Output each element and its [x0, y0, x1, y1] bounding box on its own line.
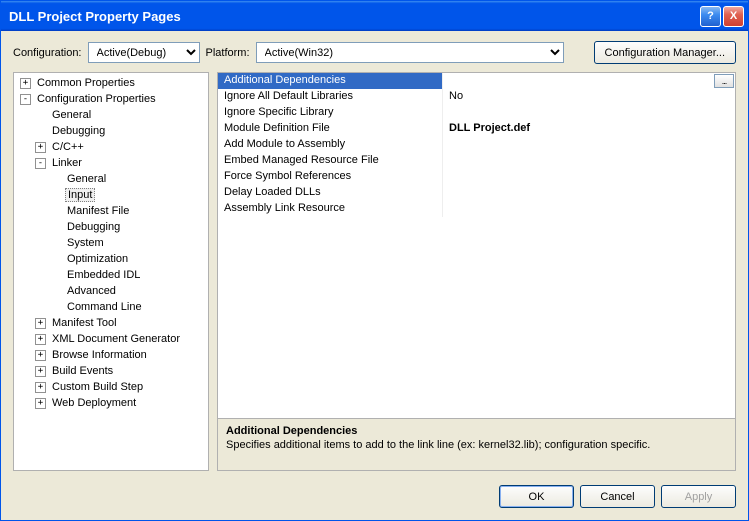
expand-icon[interactable]: +: [35, 334, 46, 345]
prop-name: Ignore Specific Library: [218, 105, 443, 121]
expand-icon[interactable]: +: [20, 78, 31, 89]
tree-item-configuration-properties[interactable]: -Configuration Properties: [16, 91, 206, 107]
prop-module-definition-file[interactable]: Module Definition File DLL Project.def: [218, 121, 735, 137]
expand-icon[interactable]: +: [35, 142, 46, 153]
prop-name: Additional Dependencies: [218, 73, 443, 89]
prop-name: Delay Loaded DLLs: [218, 185, 443, 201]
expand-icon[interactable]: +: [35, 398, 46, 409]
ellipsis-button[interactable]: ...: [714, 74, 734, 88]
expand-icon[interactable]: +: [35, 318, 46, 329]
tree-item-linker-manifest[interactable]: Manifest File: [16, 203, 206, 219]
platform-label: Platform:: [206, 47, 250, 59]
prop-name: Embed Managed Resource File: [218, 153, 443, 169]
prop-add-module-to-assembly[interactable]: Add Module to Assembly: [218, 137, 735, 153]
description-panel: Additional Dependencies Specifies additi…: [217, 419, 736, 471]
tree-item-xml-doc-generator[interactable]: +XML Document Generator: [16, 331, 206, 347]
prop-value[interactable]: DLL Project.def: [443, 121, 735, 137]
prop-value[interactable]: [443, 201, 735, 217]
prop-value[interactable]: [443, 169, 735, 185]
tree-item-linker-general[interactable]: General: [16, 171, 206, 187]
expand-icon[interactable]: +: [35, 382, 46, 393]
prop-value[interactable]: No: [443, 89, 735, 105]
tree-item-build-events[interactable]: +Build Events: [16, 363, 206, 379]
tree-item-linker-embedded-idl[interactable]: Embedded IDL: [16, 267, 206, 283]
right-panel: Additional Dependencies ... Ignore All D…: [217, 72, 736, 471]
configuration-manager-button[interactable]: Configuration Manager...: [594, 41, 736, 64]
close-button[interactable]: X: [723, 6, 744, 27]
property-grid: Additional Dependencies ... Ignore All D…: [217, 72, 736, 419]
prop-assembly-link-resource[interactable]: Assembly Link Resource: [218, 201, 735, 217]
description-title: Additional Dependencies: [226, 425, 727, 437]
prop-value[interactable]: [443, 153, 735, 169]
prop-delay-loaded-dlls[interactable]: Delay Loaded DLLs: [218, 185, 735, 201]
tree: +Common Properties -Configuration Proper…: [16, 75, 206, 411]
tree-item-cpp[interactable]: +C/C++: [16, 139, 206, 155]
collapse-icon[interactable]: -: [35, 158, 46, 169]
description-text: Specifies additional items to add to the…: [226, 439, 727, 451]
tree-item-linker-system[interactable]: System: [16, 235, 206, 251]
tree-item-debugging[interactable]: Debugging: [16, 123, 206, 139]
prop-value[interactable]: [443, 73, 714, 89]
cancel-button[interactable]: Cancel: [580, 485, 655, 508]
titlebar-buttons: ? X: [700, 6, 744, 27]
prop-name: Assembly Link Resource: [218, 201, 443, 217]
tree-item-linker-advanced[interactable]: Advanced: [16, 283, 206, 299]
help-icon: ?: [707, 10, 714, 22]
platform-select[interactable]: Active(Win32): [256, 42, 564, 63]
prop-name: Force Symbol References: [218, 169, 443, 185]
prop-name: Ignore All Default Libraries: [218, 89, 443, 105]
prop-value[interactable]: [443, 137, 735, 153]
tree-item-linker[interactable]: -Linker: [16, 155, 206, 171]
tree-item-linker-input[interactable]: Input: [16, 187, 206, 203]
property-grid-rows: Additional Dependencies ... Ignore All D…: [218, 73, 735, 418]
tree-panel[interactable]: +Common Properties -Configuration Proper…: [13, 72, 209, 471]
tree-item-browse-information[interactable]: +Browse Information: [16, 347, 206, 363]
tree-item-common-properties[interactable]: +Common Properties: [16, 75, 206, 91]
close-icon: X: [730, 10, 737, 22]
expand-icon[interactable]: +: [35, 350, 46, 361]
ok-button[interactable]: OK: [499, 485, 574, 508]
configuration-select[interactable]: Active(Debug): [88, 42, 200, 63]
tree-item-custom-build-step[interactable]: +Custom Build Step: [16, 379, 206, 395]
configuration-label: Configuration:: [13, 47, 82, 59]
tree-item-linker-debugging[interactable]: Debugging: [16, 219, 206, 235]
prop-embed-managed-resource-file[interactable]: Embed Managed Resource File: [218, 153, 735, 169]
titlebar: DLL Project Property Pages ? X: [1, 1, 748, 31]
prop-name: Module Definition File: [218, 121, 443, 137]
tree-item-manifest-tool[interactable]: +Manifest Tool: [16, 315, 206, 331]
prop-ignore-all-default-libraries[interactable]: Ignore All Default Libraries No: [218, 89, 735, 105]
prop-value[interactable]: [443, 105, 735, 121]
prop-force-symbol-references[interactable]: Force Symbol References: [218, 169, 735, 185]
main-area: +Common Properties -Configuration Proper…: [1, 72, 748, 471]
window-title: DLL Project Property Pages: [9, 9, 700, 24]
prop-ignore-specific-library[interactable]: Ignore Specific Library: [218, 105, 735, 121]
prop-name: Add Module to Assembly: [218, 137, 443, 153]
dialog-window: DLL Project Property Pages ? X Configura…: [0, 0, 749, 521]
collapse-icon[interactable]: -: [20, 94, 31, 105]
dialog-buttons: OK Cancel Apply: [1, 471, 748, 520]
prop-additional-dependencies[interactable]: Additional Dependencies ...: [218, 73, 735, 89]
tree-item-web-deployment[interactable]: +Web Deployment: [16, 395, 206, 411]
configuration-row: Configuration: Active(Debug) Platform: A…: [1, 31, 748, 72]
apply-button[interactable]: Apply: [661, 485, 736, 508]
expand-icon[interactable]: +: [35, 366, 46, 377]
tree-item-general[interactable]: General: [16, 107, 206, 123]
tree-item-linker-optimization[interactable]: Optimization: [16, 251, 206, 267]
prop-value[interactable]: [443, 185, 735, 201]
tree-item-linker-command-line[interactable]: Command Line: [16, 299, 206, 315]
help-button[interactable]: ?: [700, 6, 721, 27]
